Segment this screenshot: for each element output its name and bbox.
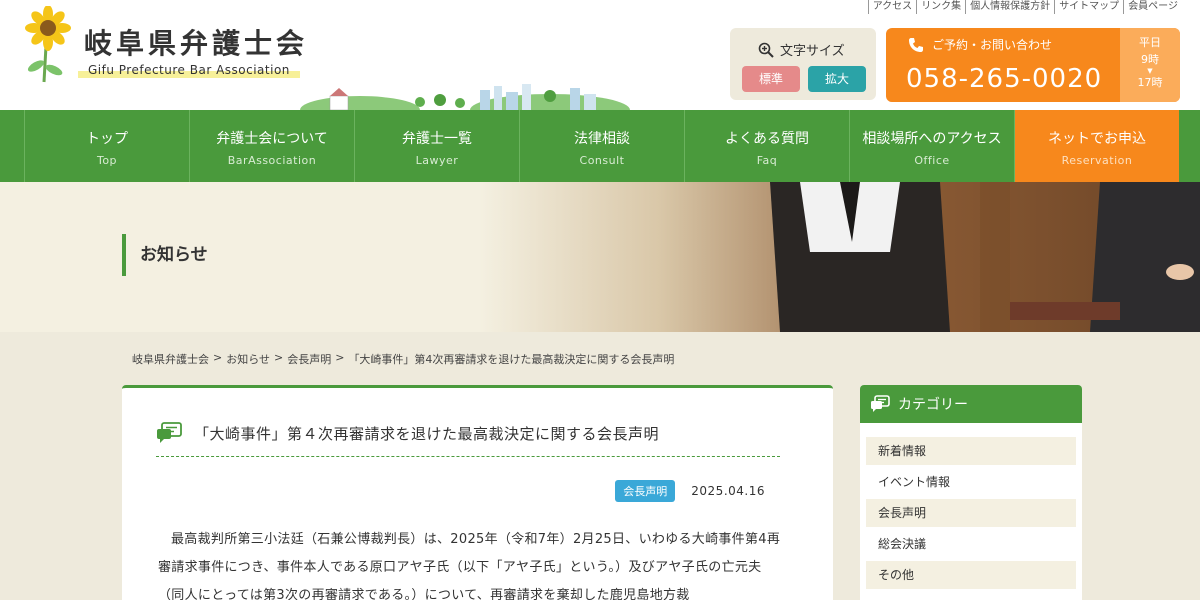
font-size-label-wrap: 文字サイズ bbox=[758, 40, 845, 59]
breadcrumb-separator: > bbox=[335, 351, 345, 364]
business-hours: 平日 9時 ▼ 17時 bbox=[1120, 28, 1180, 102]
breadcrumb-current: 「大崎事件」第4次再審請求を退けた最高裁決定に関する会長声明 bbox=[348, 353, 675, 366]
sunflower-logo-icon[interactable] bbox=[24, 6, 72, 84]
article-meta: 会長声明 2025.04.16 bbox=[615, 480, 765, 502]
site-subtitle: Gifu Prefecture Bar Association bbox=[78, 62, 300, 78]
speech-bubble-icon bbox=[157, 422, 182, 443]
nav-sublabel: Lawyer bbox=[415, 154, 459, 167]
nav-top[interactable]: トップ Top bbox=[24, 110, 189, 182]
article-date: 2025.04.16 bbox=[691, 484, 765, 498]
nav-label: 相談場所へのアクセス bbox=[862, 131, 1002, 147]
contact-label: ご予約・お問い合わせ bbox=[932, 38, 1053, 52]
nav-label: ネットでお申込 bbox=[1048, 131, 1146, 147]
nav-sublabel: BarAssociation bbox=[227, 154, 317, 167]
category-item-resolutions[interactable]: 総会決議 bbox=[866, 530, 1076, 558]
nav-label: トップ bbox=[86, 131, 128, 147]
breadcrumb: 岐阜県弁護士会 > お知らせ > 会長声明 > 「大崎事件」第4次再審請求を退け… bbox=[132, 351, 674, 367]
toplink-sitemap[interactable]: サイトマップ bbox=[1054, 0, 1123, 14]
nav-lawyer[interactable]: 弁護士一覧 Lawyer bbox=[354, 110, 519, 182]
top-links: アクセス リンク集 個人情報保護方針 サイトマップ 会員ページ bbox=[867, 0, 1182, 14]
category-item-statements[interactable]: 会長声明 bbox=[866, 499, 1076, 527]
breadcrumb-home[interactable]: 岐阜県弁護士会 bbox=[132, 351, 209, 367]
font-size-label: 文字サイズ bbox=[780, 44, 845, 59]
nav-label: 法律相談 bbox=[574, 131, 630, 147]
category-badge[interactable]: 会長声明 bbox=[615, 480, 676, 502]
sidebar-title: カテゴリー bbox=[898, 397, 968, 413]
breadcrumb-statement[interactable]: 会長声明 bbox=[287, 351, 331, 367]
article-header: 「大崎事件」第４次再審請求を退けた最高裁決定に関する会長声明 bbox=[156, 422, 780, 457]
nav-label: 弁護士一覧 bbox=[402, 131, 472, 147]
breadcrumb-news[interactable]: お知らせ bbox=[226, 351, 270, 367]
main-nav: トップ Top 弁護士会について BarAssociation 弁護士一覧 La… bbox=[0, 110, 1200, 182]
toplink-links[interactable]: リンク集 bbox=[916, 0, 965, 14]
page-banner: お知らせ bbox=[0, 182, 1200, 332]
toplink-access[interactable]: アクセス bbox=[867, 0, 917, 14]
site-header: アクセス リンク集 個人情報保護方針 サイトマップ 会員ページ 岐阜県弁護士会 … bbox=[0, 0, 1200, 110]
banner-photo-lawyers bbox=[480, 182, 1200, 332]
font-size-panel: 文字サイズ 標準 拡大 bbox=[730, 28, 876, 100]
sidebar-header: カテゴリー bbox=[860, 385, 1082, 423]
article-body: 最高裁判所第三小法廷（石兼公博裁判長）は、2025年（令和7年）2月25日、いわ… bbox=[158, 532, 781, 600]
article-card: 「大崎事件」第４次再審請求を退けた最高裁決定に関する会長声明 会長声明 2025… bbox=[122, 385, 833, 600]
nav-sublabel: Consult bbox=[579, 154, 625, 167]
category-sidebar: カテゴリー 新着情報 イベント情報 会長声明 総会決議 その他 bbox=[860, 385, 1082, 600]
hours-start: 9時 bbox=[1141, 53, 1159, 66]
nav-consult[interactable]: 法律相談 Consult bbox=[519, 110, 684, 182]
article-title: 「大崎事件」第４次再審請求を退けた最高裁決定に関する会長声明 bbox=[194, 424, 660, 443]
contact-panel[interactable]: ご予約・お問い合わせ 058-265-0020 平日 9時 ▼ 17時 bbox=[886, 28, 1180, 102]
hours-day: 平日 bbox=[1139, 36, 1161, 49]
nav-office[interactable]: 相談場所へのアクセス Office bbox=[849, 110, 1014, 182]
zoom-in-icon bbox=[758, 42, 774, 58]
breadcrumb-separator: > bbox=[274, 351, 284, 364]
nav-faq[interactable]: よくある質問 Faq bbox=[684, 110, 849, 182]
category-item-events[interactable]: イベント情報 bbox=[866, 468, 1076, 496]
hours-end: 17時 bbox=[1137, 76, 1163, 89]
category-item-other[interactable]: その他 bbox=[866, 561, 1076, 589]
page-title: お知らせ bbox=[122, 234, 208, 276]
site-title[interactable]: 岐阜県弁護士会 bbox=[84, 22, 308, 62]
contact-label-wrap: ご予約・お問い合わせ bbox=[908, 36, 1052, 53]
category-list: 新着情報 イベント情報 会長声明 総会決議 その他 bbox=[860, 423, 1082, 589]
nav-bar-association[interactable]: 弁護士会について BarAssociation bbox=[189, 110, 354, 182]
nav-sublabel: Top bbox=[96, 154, 118, 167]
nav-reservation[interactable]: ネットでお申込 Reservation bbox=[1014, 110, 1179, 182]
nav-sublabel: Reservation bbox=[1061, 154, 1133, 167]
breadcrumb-separator: > bbox=[213, 351, 223, 364]
phone-icon bbox=[909, 37, 923, 52]
font-size-standard-button[interactable]: 標準 bbox=[742, 66, 800, 92]
speech-bubble-icon bbox=[871, 395, 890, 412]
toplink-privacy[interactable]: 個人情報保護方針 bbox=[965, 0, 1054, 14]
contact-phone-number[interactable]: 058-265-0020 bbox=[906, 64, 1102, 94]
nav-label: よくある質問 bbox=[725, 131, 809, 147]
category-item-news[interactable]: 新着情報 bbox=[866, 437, 1076, 465]
city-skyline-illustration bbox=[300, 84, 630, 110]
nav-sublabel: Office bbox=[914, 154, 950, 167]
toplink-members[interactable]: 会員ページ bbox=[1123, 0, 1182, 14]
nav-label: 弁護士会について bbox=[216, 131, 328, 147]
nav-sublabel: Faq bbox=[756, 154, 778, 167]
font-size-large-button[interactable]: 拡大 bbox=[808, 66, 866, 92]
